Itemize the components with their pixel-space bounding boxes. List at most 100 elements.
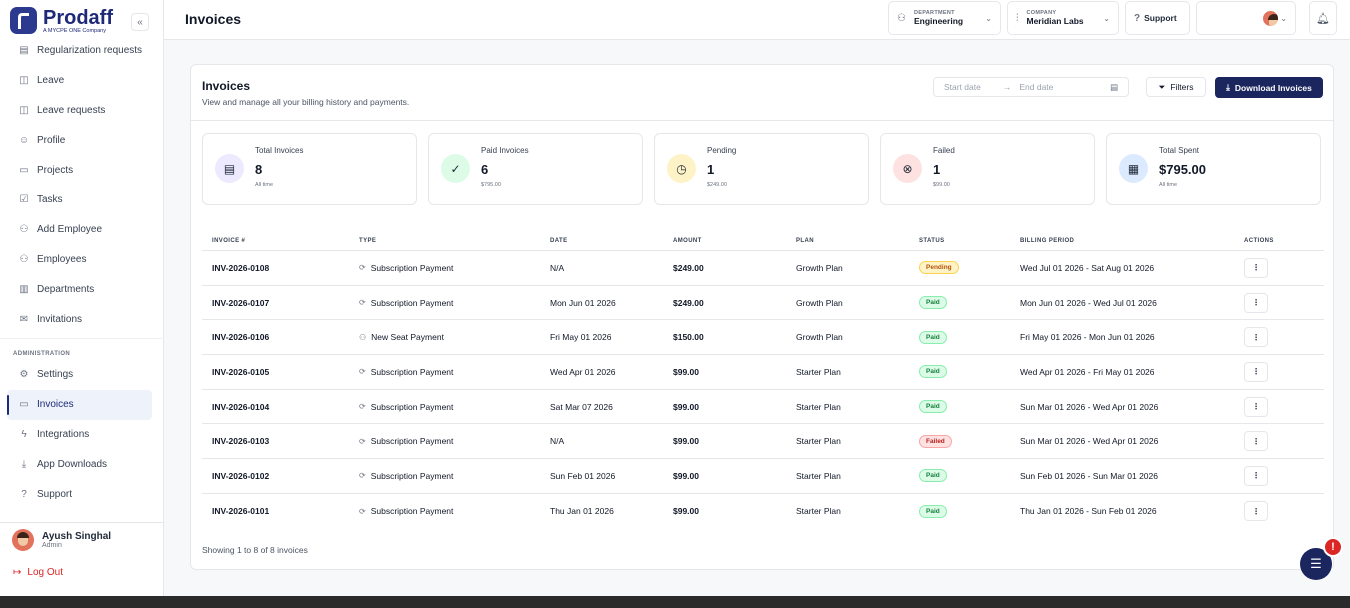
user-plus-icon: ⚇ xyxy=(19,224,29,236)
sidebar-item-invoices[interactable]: ▭ Invoices xyxy=(7,389,152,420)
invoice-amount: $99.00 xyxy=(673,401,699,412)
help-icon: ? xyxy=(21,488,27,500)
department-value: Engineering xyxy=(913,16,964,26)
table-row[interactable]: INV-2026-0101 ⟳ Subscription Payment Thu Ja… xyxy=(202,494,1324,529)
table-row[interactable]: INV-2026-0106 ⚇ New Seat Payment Fri May 01… xyxy=(202,320,1324,356)
invoice-amount: $249.00 xyxy=(673,297,704,308)
column-header: INVOICE # xyxy=(212,237,246,244)
table-row[interactable]: INV-2026-0108 ⟳ Subscription Payment N/A $24… xyxy=(202,251,1324,286)
department-selector[interactable]: ⚇ DEPARTMENT Engineering ⌄ xyxy=(888,1,1001,35)
brand-name: Prodaff xyxy=(43,6,113,29)
more-actions-button[interactable]: ⋮ xyxy=(1244,396,1268,417)
document-icon: ▤ xyxy=(215,154,244,183)
company-selector[interactable]: ⫶ COMPANY Meridian Labs ⌄ xyxy=(1007,1,1119,35)
status-badge: Paid xyxy=(919,400,947,414)
download-invoices-button[interactable]: ⤓ Download Invoices xyxy=(1215,77,1323,98)
status-badge: Pending xyxy=(919,261,959,275)
sidebar-item-departments[interactable]: ▥ Departments xyxy=(0,274,164,304)
date-range-picker[interactable]: Start date → End date ▤ xyxy=(933,77,1129,97)
sidebar-item-regularization-requests[interactable]: ▤ Regularization requests xyxy=(0,36,164,66)
download-icon: ⤓ xyxy=(1226,82,1230,92)
invoice-date: Wed Apr 01 2026 xyxy=(550,366,616,377)
sidebar-item-profile[interactable]: ☺ Profile xyxy=(0,125,164,155)
table-row[interactable]: INV-2026-0102 ⟳ Subscription Payment Sun Fe… xyxy=(202,459,1324,494)
notifications-button[interactable]: 🔔︎ xyxy=(1309,1,1337,35)
sidebar-item-add-employee[interactable]: ⚇ Add Employee xyxy=(0,215,164,245)
stat-subtext: All time xyxy=(1159,182,1178,188)
stat-value: 1 xyxy=(707,162,715,177)
chevron-down-icon: ⌄ xyxy=(985,13,992,23)
user-menu[interactable]: ⌄ xyxy=(1196,1,1296,35)
table-row[interactable]: INV-2026-0103 ⟳ Subscription Payment N/A $99… xyxy=(202,424,1324,460)
refresh-icon: ⟳ xyxy=(359,506,366,516)
table-row[interactable]: INV-2026-0105 ⟳ Subscription Payment Wed Ap… xyxy=(202,355,1324,390)
column-header: PLAN xyxy=(796,237,814,244)
briefcase-icon: ◫ xyxy=(19,75,29,87)
sidebar-item-employees[interactable]: ⚇ Employees xyxy=(0,245,164,275)
stat-subtext: All time xyxy=(255,182,274,188)
sidebar-item-integrations[interactable]: ϟ Integrations xyxy=(0,420,164,450)
table-row[interactable]: INV-2026-0107 ⟳ Subscription Payment Mon Ju… xyxy=(202,286,1324,321)
sidebar-item-projects[interactable]: ▭ Projects xyxy=(0,155,164,185)
sidebar-item-leave[interactable]: ◫ Leave xyxy=(0,66,164,96)
invoice-amount: $99.00 xyxy=(673,366,699,377)
sidebar-item-tasks[interactable]: ☑ Tasks xyxy=(0,185,164,215)
bell-icon: 🔔︎ xyxy=(1316,12,1330,25)
user-profile[interactable]: Ayush Singhal Admin xyxy=(0,522,164,557)
mail-icon: ✉ xyxy=(19,313,29,325)
prodaff-logo-icon xyxy=(10,7,37,34)
more-actions-button[interactable]: ⋮ xyxy=(1244,327,1268,348)
kebab-menu-icon: ⋮ xyxy=(1252,436,1260,446)
brand-logo[interactable]: Prodaff A MYCPE ONE Company xyxy=(10,7,113,34)
stat-card: ⊗ Failed 1 $99.00 xyxy=(880,133,1095,205)
card-subtitle: View and manage all your billing history… xyxy=(202,97,410,107)
sidebar-item-invitations[interactable]: ✉ Invitations xyxy=(0,304,164,334)
billing-period: Sun Feb 01 2026 - Sun Mar 01 2026 xyxy=(1020,470,1158,481)
table-row[interactable]: INV-2026-0104 ⟳ Subscription Payment Sat Ma… xyxy=(202,390,1324,425)
refresh-icon: ⟳ xyxy=(359,367,366,377)
stat-value: 6 xyxy=(481,162,489,177)
sidebar-item-label: Invoices xyxy=(37,399,74,411)
stat-subtext: $249.00 xyxy=(707,182,727,188)
billing-period: Thu Jan 01 2026 - Sun Feb 01 2026 xyxy=(1020,506,1157,517)
sidebar-item-leave-requests[interactable]: ◫ Leave requests xyxy=(0,96,164,126)
invoice-plan: Growth Plan xyxy=(796,297,843,308)
more-actions-button[interactable]: ⋮ xyxy=(1244,361,1268,382)
invoice-type: Subscription Payment xyxy=(370,401,454,412)
more-actions-button[interactable]: ⋮ xyxy=(1244,465,1268,486)
more-actions-button[interactable]: ⋮ xyxy=(1244,292,1268,313)
invoice-date: N/A xyxy=(550,262,565,273)
more-actions-button[interactable]: ⋮ xyxy=(1244,501,1268,522)
sidebar-item-settings[interactable]: ⚙ Settings xyxy=(0,360,164,390)
alert-badge[interactable]: ! xyxy=(1323,537,1343,557)
sidebar-item-label: Leave requests xyxy=(37,104,106,116)
stat-label: Pending xyxy=(707,146,737,155)
sidebar-item-app-downloads[interactable]: ⤓ App Downloads xyxy=(0,449,164,479)
stat-subtext: $795.00 xyxy=(481,182,501,188)
start-date-input[interactable]: Start date xyxy=(944,82,981,92)
stat-label: Paid Invoices xyxy=(481,146,529,155)
sidebar-item-label: Regularization requests xyxy=(37,45,143,57)
end-date-input[interactable]: End date xyxy=(1019,82,1053,92)
collapse-sidebar-button[interactable]: « xyxy=(131,13,149,31)
logout-button[interactable]: ↦ Log Out xyxy=(13,567,63,578)
stat-card: ✓ Paid Invoices 6 $795.00 xyxy=(428,133,643,205)
support-button[interactable]: ? Support xyxy=(1125,1,1190,35)
more-actions-button[interactable]: ⋮ xyxy=(1244,431,1268,452)
stat-label: Total Invoices xyxy=(255,146,304,155)
chevron-down-icon: ⌄ xyxy=(1280,13,1287,23)
document-icon: ▤ xyxy=(19,45,29,57)
topbar: Invoices ⚇ DEPARTMENT Engineering ⌄ ⫶ CO… xyxy=(164,0,1350,40)
stat-card: ◷ Pending 1 $249.00 xyxy=(654,133,869,205)
card-title: Invoices xyxy=(202,79,251,93)
filters-button[interactable]: ⏷ Filters xyxy=(1146,77,1206,97)
more-actions-button[interactable]: ⋮ xyxy=(1244,257,1268,278)
refresh-icon: ⟳ xyxy=(359,436,366,446)
clock-icon: ◷ xyxy=(667,154,696,183)
section-heading: ADMINISTRATION xyxy=(0,337,164,360)
user-plus-icon: ⚇ xyxy=(359,332,367,342)
sidebar-item-support[interactable]: ? Support xyxy=(0,479,164,509)
invoice-type: Subscription Payment xyxy=(370,436,454,447)
invoices-table: INVOICE # TYPE DATE AMOUNT PLAN STATUS BILLING… xyxy=(202,231,1324,529)
invoice-type: Subscription Payment xyxy=(370,262,454,273)
